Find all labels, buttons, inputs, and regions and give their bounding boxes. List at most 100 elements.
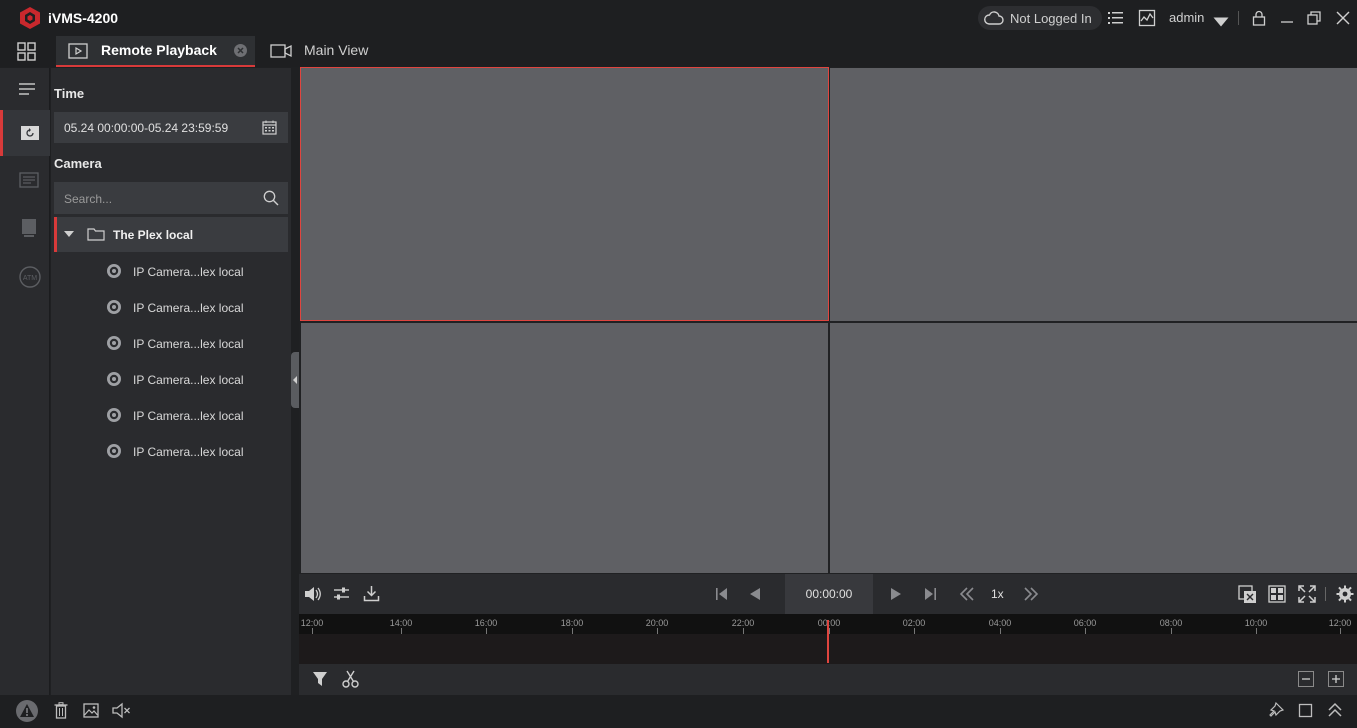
atm-icon: ATM <box>19 266 41 288</box>
rail-remote-playback[interactable] <box>0 110 50 156</box>
clip-icon[interactable] <box>342 670 359 688</box>
window-icon[interactable] <box>1298 703 1313 718</box>
fast-icon[interactable] <box>1023 587 1039 601</box>
reverse-play-icon[interactable] <box>749 587 761 601</box>
camera-list-item[interactable]: IP Camera...lex local <box>54 397 288 433</box>
timeline-label: 04:00 <box>988 618 1012 628</box>
tab-label: Remote Playback <box>101 42 217 58</box>
delete-icon[interactable] <box>54 702 68 719</box>
camera-label: IP Camera...lex local <box>133 373 244 387</box>
camera-icon <box>107 372 121 386</box>
timeline-tick <box>1000 628 1001 634</box>
tree-root-label: The Plex local <box>113 228 194 242</box>
close-icon[interactable] <box>1334 9 1352 27</box>
adjust-icon[interactable] <box>333 585 350 602</box>
rail-menu[interactable] <box>0 68 50 114</box>
layout-icon[interactable] <box>1268 585 1286 603</box>
camera-label: IP Camera...lex local <box>133 445 244 459</box>
tree-root-group[interactable]: The Plex local <box>54 217 288 252</box>
expand-up-icon[interactable] <box>1327 702 1343 718</box>
camera-label: IP Camera...lex local <box>133 337 244 351</box>
chart-icon[interactable] <box>1138 9 1156 27</box>
camera-list-item[interactable]: IP Camera...lex local <box>54 325 288 361</box>
video-pane-1[interactable] <box>300 67 829 321</box>
timeline-tick <box>486 628 487 634</box>
timeline-label: 00:00 <box>817 618 841 628</box>
video-pane-3[interactable] <box>301 323 828 573</box>
dropdown-icon[interactable] <box>1212 13 1230 31</box>
timeline-tick <box>743 628 744 634</box>
timeline-label: 12:00 <box>300 618 324 628</box>
tab-remote-playback[interactable]: Remote Playback <box>56 36 255 67</box>
settings-icon[interactable] <box>1336 585 1354 603</box>
video-grid <box>299 67 1357 574</box>
list-icon[interactable] <box>1107 9 1125 27</box>
fullscreen-icon[interactable] <box>1298 585 1316 603</box>
timeline-tick <box>1171 628 1172 634</box>
user-name[interactable]: admin <box>1169 10 1204 25</box>
camera-search-input[interactable] <box>64 190 254 207</box>
camera-icon <box>107 264 121 278</box>
zoom-out-icon <box>1302 678 1310 680</box>
cloud-login-button[interactable]: Not Logged In <box>978 6 1102 30</box>
playback-timeline[interactable]: 12:00 14:00 16:00 18:00 20:00 22:00 00:0… <box>299 614 1357 664</box>
zoom-out-button[interactable] <box>1298 671 1314 687</box>
stop-all-icon[interactable] <box>1238 585 1257 604</box>
rail-event-search[interactable] <box>0 158 50 204</box>
lock-icon[interactable] <box>1250 9 1268 27</box>
restore-icon[interactable] <box>1305 9 1323 27</box>
timeline-label: 20:00 <box>645 618 669 628</box>
video-pane-4[interactable] <box>830 323 1357 573</box>
camera-list-item[interactable]: IP Camera...lex local <box>54 289 288 325</box>
zoom-in-button[interactable] <box>1328 671 1344 687</box>
slow-icon[interactable] <box>959 587 975 601</box>
pin-icon[interactable] <box>1267 702 1284 719</box>
tab-label: Main View <box>304 42 369 58</box>
calendar-icon[interactable] <box>262 120 277 135</box>
rail-storage[interactable] <box>0 206 50 252</box>
camera-list-item[interactable]: IP Camera...lex local <box>54 433 288 469</box>
tab-close-icon[interactable] <box>233 43 248 58</box>
timeline-toolbar <box>299 664 1357 695</box>
camera-list-item[interactable]: IP Camera...lex local <box>54 253 288 289</box>
folder-icon <box>87 228 105 241</box>
timeline-tick <box>572 628 573 634</box>
panel-collapse-handle[interactable] <box>291 352 299 408</box>
search-icon[interactable] <box>263 190 279 206</box>
playback-icon <box>21 126 39 140</box>
timeline-label: 14:00 <box>389 618 413 628</box>
camera-heading: Camera <box>54 156 102 171</box>
ivms-app: iVMS-4200 Not Logged In admin Remote Pla… <box>0 0 1357 728</box>
download-icon[interactable] <box>363 585 380 602</box>
timeline-label: 16:00 <box>474 618 498 628</box>
timeline-label: 08:00 <box>1159 618 1183 628</box>
title-separator <box>1238 11 1239 25</box>
time-range-field[interactable]: 05.24 00:00:00-05.24 23:59:59 <box>54 112 288 143</box>
title-bar: iVMS-4200 Not Logged In admin <box>0 0 1357 36</box>
timeline-tick <box>1340 628 1341 634</box>
playback-time-display: 00:00:00 <box>785 574 873 614</box>
camera-label: IP Camera...lex local <box>133 301 244 315</box>
rail-atm[interactable]: ATM <box>0 254 50 300</box>
timeline-tick <box>312 628 313 634</box>
volume-icon[interactable] <box>303 585 322 603</box>
camera-label: IP Camera...lex local <box>133 409 244 423</box>
picture-icon[interactable] <box>83 703 99 718</box>
home-grid-icon[interactable] <box>17 42 36 61</box>
mute-icon[interactable] <box>112 702 131 719</box>
next-frame-icon[interactable] <box>923 587 937 601</box>
minimize-icon[interactable] <box>1278 9 1296 27</box>
filter-icon[interactable] <box>312 671 328 687</box>
previous-frame-icon[interactable] <box>715 587 729 601</box>
video-pane-2[interactable] <box>830 68 1357 321</box>
play-icon[interactable] <box>890 587 902 601</box>
caret-down-icon[interactable] <box>64 231 74 237</box>
camera-icon <box>107 336 121 350</box>
tab-main-view[interactable]: Main View <box>256 36 396 67</box>
timeline-playhead[interactable] <box>827 620 829 663</box>
alarm-icon[interactable] <box>15 699 39 723</box>
camera-list-item[interactable]: IP Camera...lex local <box>54 361 288 397</box>
timeline-tick <box>914 628 915 634</box>
playback-time: 00:00:00 <box>805 587 853 601</box>
cloud-status-label: Not Logged In <box>1010 11 1092 26</box>
